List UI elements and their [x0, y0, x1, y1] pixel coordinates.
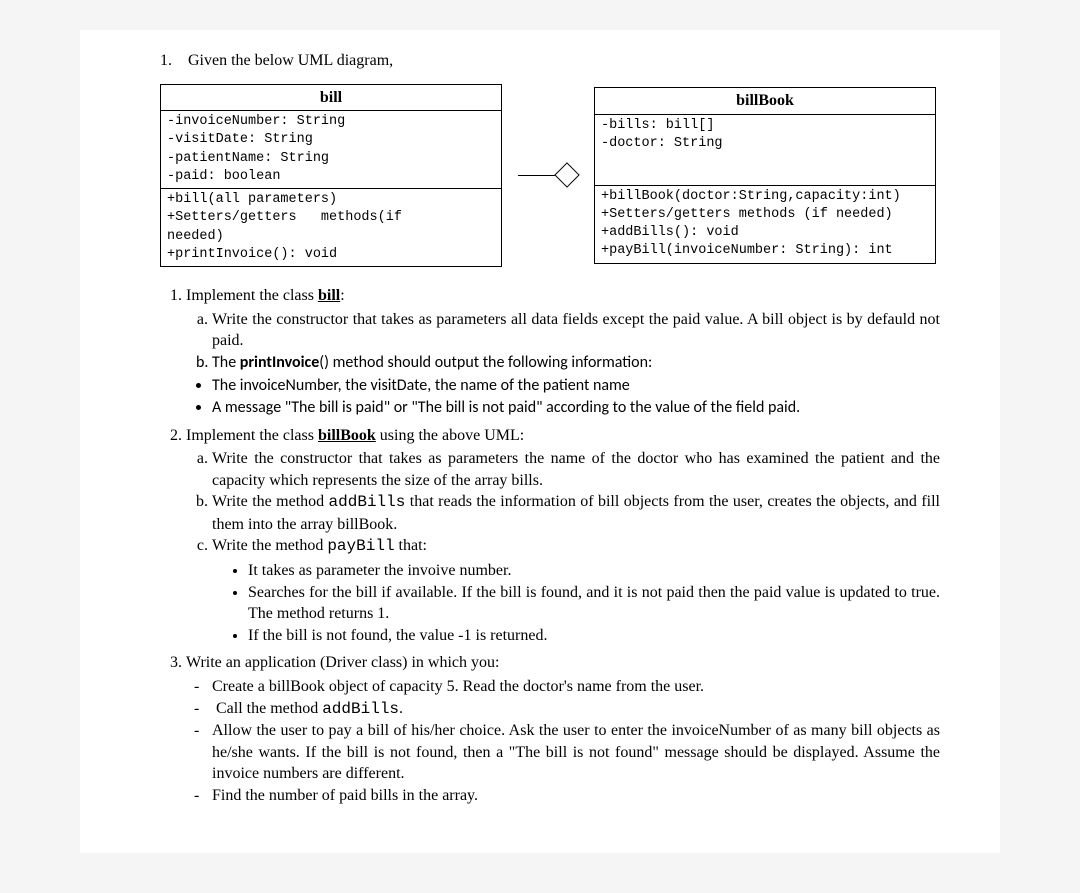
uml-methods-bill: +bill(all parameters) +Setters/getters m…: [161, 189, 501, 266]
uml-method: +bill(all parameters): [167, 191, 495, 209]
t1-tail: :: [340, 287, 344, 304]
uml-attr: -invoiceNumber: String: [167, 113, 495, 131]
uml-attr: -patientName: String: [167, 150, 495, 168]
t1-lead: Implement the class: [186, 287, 318, 304]
task-3: Write an application (Driver class) in w…: [186, 652, 940, 806]
t2-tail: using the above UML:: [376, 427, 524, 444]
uml-method: +Setters/getters methods (if needed): [601, 206, 929, 224]
t1-b-lead: The: [212, 353, 240, 372]
t3-lead: Write an application (Driver class) in w…: [186, 654, 499, 671]
t3-d2-tail: .: [399, 700, 403, 717]
uml-method: +billBook(doctor:String,capacity:int): [601, 188, 929, 206]
uml-method: needed): [167, 228, 495, 246]
t2-c-tail: that:: [395, 537, 427, 554]
uml-attrs-billbook: -bills: bill[] -doctor: String: [595, 115, 935, 186]
question-number: 1.: [160, 50, 184, 72]
uml-attr: -bills: bill[]: [601, 117, 929, 135]
t1-b: The printInvoice() method should output …: [212, 352, 940, 374]
t2-c-code: payBill: [327, 537, 394, 555]
t2-class: billBook: [318, 427, 376, 444]
t3-d3: Allow the user to pay a bill of his/her …: [212, 720, 940, 785]
task-list: Implement the class bill: Write the cons…: [160, 285, 940, 807]
uml-method: +Setters/getters methods(if: [167, 209, 495, 227]
uml-title-bill: bill: [161, 85, 501, 112]
t2-c-bullet-1: It takes as parameter the invoive number…: [248, 560, 940, 582]
t1-b-bold: printInvoice: [240, 353, 320, 372]
diamond-icon: [554, 163, 579, 188]
t1-a: Write the constructor that takes as para…: [212, 309, 940, 352]
uml-attr: -visitDate: String: [167, 131, 495, 149]
uml-method: +addBills(): void: [601, 224, 929, 242]
t2-b: Write the method addBills that reads the…: [212, 491, 940, 535]
t2-b-code: addBills: [329, 493, 406, 511]
t2-c: Write the method payBill that: It takes …: [212, 535, 940, 646]
t1-class: bill: [318, 287, 340, 304]
task-1: Implement the class bill: Write the cons…: [186, 285, 940, 419]
t1-bullet-1: The invoiceNumber, the visitDate, the na…: [212, 375, 940, 397]
t2-lead: Implement the class: [186, 427, 318, 444]
uml-methods-billbook: +billBook(doctor:String,capacity:int) +S…: [595, 186, 935, 263]
t3-d2: Call the method addBills.: [212, 698, 940, 721]
t3-d4: Find the number of paid bills in the arr…: [212, 785, 940, 807]
uml-attrs-bill: -invoiceNumber: String -visitDate: Strin…: [161, 111, 501, 189]
uml-attr: -paid: boolean: [167, 168, 495, 186]
uml-diagram: bill -invoiceNumber: String -visitDate: …: [160, 84, 940, 267]
uml-method: +printInvoice(): void: [167, 246, 495, 264]
uml-attr: -doctor: String: [601, 135, 929, 153]
t1-bullet-2: A message "The bill is paid" or "The bil…: [212, 397, 940, 419]
t2-c-bullet-3: If the bill is not found, the value -1 i…: [248, 625, 940, 647]
uml-title-billbook: billBook: [595, 88, 935, 115]
question-intro: 1. Given the below UML diagram,: [160, 50, 940, 72]
document-page: 1. Given the below UML diagram, bill -in…: [80, 30, 1000, 853]
uml-class-bill: bill -invoiceNumber: String -visitDate: …: [160, 84, 502, 267]
t3-d2-code: addBills: [322, 700, 399, 718]
t2-c-lead: Write the method: [212, 537, 327, 554]
aggregation-connector: [518, 166, 578, 184]
t2-c-bullet-2: Searches for the bill if available. If t…: [248, 582, 940, 625]
intro-text: Given the below UML diagram,: [188, 52, 393, 69]
t2-b-lead: Write the method: [212, 493, 329, 510]
t3-d1: Create a billBook object of capacity 5. …: [212, 676, 940, 698]
uml-class-billbook: billBook -bills: bill[] -doctor: String …: [594, 87, 936, 263]
uml-method: +payBill(invoiceNumber: String): int: [601, 242, 929, 260]
t2-a: Write the constructor that takes as para…: [212, 448, 940, 491]
t1-b-tail: () method should output the following in…: [319, 353, 652, 372]
t3-d2-lead: Call the method: [216, 700, 322, 717]
task-2: Implement the class billBook using the a…: [186, 425, 940, 647]
